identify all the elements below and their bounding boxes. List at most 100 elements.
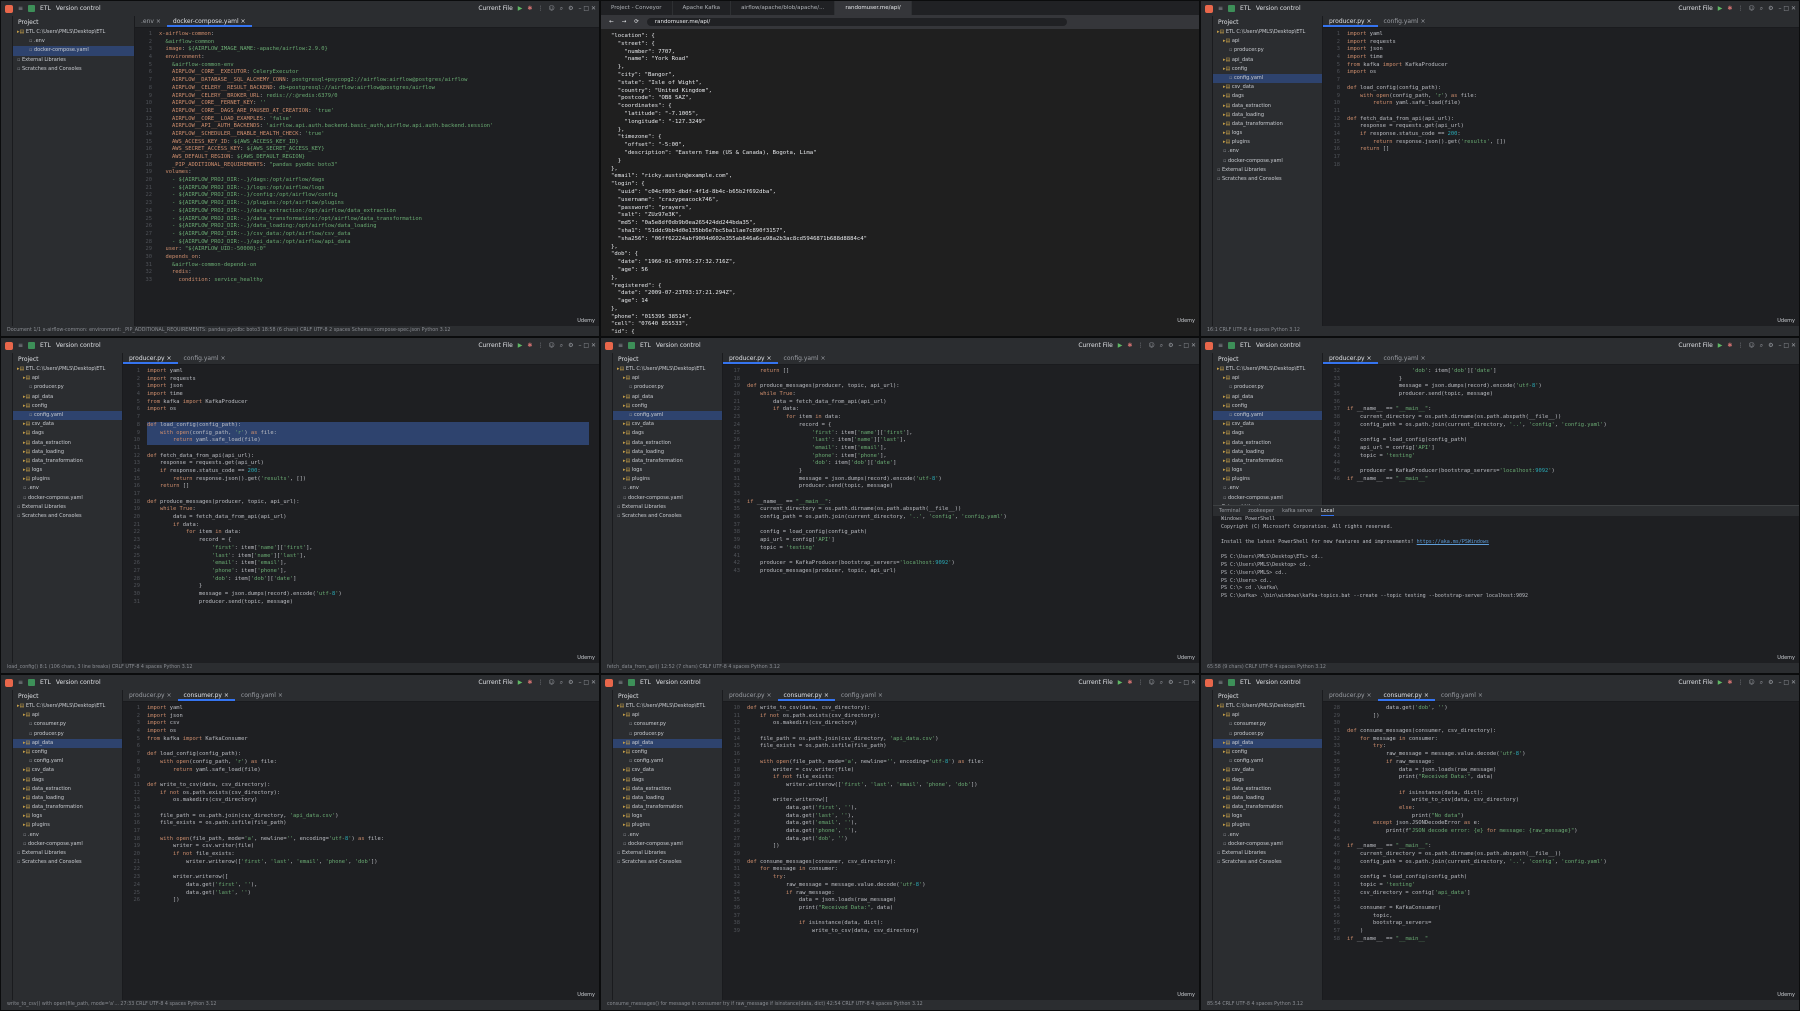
project-tree-item[interactable]: ▸▤ data_extraction: [1213, 439, 1322, 448]
more-icon[interactable]: ⋮: [1137, 342, 1143, 349]
project-tree-item[interactable]: ▸▤ plugins: [1213, 821, 1322, 830]
project-name[interactable]: ETL: [1240, 679, 1251, 686]
editor-tab[interactable]: config.yaml ×: [778, 353, 832, 364]
project-tree-item[interactable]: ▸▤ plugins: [1213, 138, 1322, 147]
project-tree-item[interactable]: ▸▤ data_transformation: [1213, 120, 1322, 129]
project-tree-item[interactable]: ▸▤ data_transformation: [1213, 457, 1322, 466]
editor-tab[interactable]: producer.py ×: [1323, 16, 1378, 27]
more-icon[interactable]: ⋮: [537, 5, 543, 12]
project-tree-item[interactable]: ▫ External Libraries: [613, 503, 722, 512]
project-tree-item[interactable]: ▸▤ api_data: [1213, 393, 1322, 402]
editor-tab[interactable]: docker-compose.yaml ×: [166, 16, 252, 27]
run-icon[interactable]: ▶: [1718, 679, 1723, 686]
version-control-menu[interactable]: Version control: [1256, 679, 1301, 686]
editor-tab[interactable]: .env ×: [135, 16, 167, 27]
project-tree-item[interactable]: ▸▤ dags: [13, 776, 122, 785]
project-tree-item[interactable]: ▸▤ api_data: [13, 393, 122, 402]
project-tree-item[interactable]: ▫ producer.py: [1213, 730, 1322, 739]
project-tree-item[interactable]: ▫ External Libraries: [13, 503, 122, 512]
debug-icon[interactable]: ✱: [527, 5, 532, 12]
project-tree-item[interactable]: ▫ .env: [613, 831, 722, 840]
project-tree-item[interactable]: ▸▤ plugins: [13, 821, 122, 830]
project-tree-item[interactable]: ▸▤ logs: [1213, 466, 1322, 475]
project-tree-item[interactable]: ▸▤ data_extraction: [613, 439, 722, 448]
project-tree-item[interactable]: ▸▤ data_transformation: [13, 803, 122, 812]
project-tree-item[interactable]: ▫ Scratches and Consoles: [13, 512, 122, 521]
project-tree-item[interactable]: ▫ producer.py: [1213, 46, 1322, 55]
project-tree-item[interactable]: ▸▤ api: [613, 374, 722, 383]
project-tree-item[interactable]: ▸▤ config: [613, 748, 722, 757]
project-tree-item[interactable]: ▸▤ config: [13, 402, 122, 411]
main-menu-icon[interactable]: ≡: [1218, 5, 1223, 12]
project-tree-item[interactable]: ▸▤ api: [13, 374, 122, 383]
run-config-select[interactable]: Current File: [1678, 679, 1712, 686]
project-tree-item[interactable]: ▸▤ data_loading: [613, 794, 722, 803]
project-tree-item[interactable]: ▫ docker-compose.yaml: [13, 46, 134, 56]
project-tree-item[interactable]: ▸▤ logs: [13, 466, 122, 475]
project-tree-item[interactable]: ▸▤ csv_data: [1213, 420, 1322, 429]
project-tree-item[interactable]: ▫ config.yaml: [1213, 410, 1322, 421]
more-icon[interactable]: ⋮: [537, 342, 543, 349]
editor-tab[interactable]: producer.py ×: [1323, 353, 1378, 364]
debug-icon[interactable]: ✱: [527, 679, 532, 686]
user-icon[interactable]: ☺: [1148, 342, 1154, 349]
project-tree-item[interactable]: ▸▤ csv_data: [1213, 83, 1322, 92]
search-icon[interactable]: ⌕: [1160, 679, 1163, 687]
project-tree-item[interactable]: ▫ Scratches and Consoles: [613, 512, 722, 521]
search-icon[interactable]: ⌕: [1760, 342, 1763, 350]
project-tree-item[interactable]: ▫ producer.py: [13, 730, 122, 739]
run-config-select[interactable]: Current File: [478, 5, 512, 12]
main-menu-icon[interactable]: ≡: [1218, 679, 1223, 686]
editor-tab[interactable]: config.yaml ×: [178, 353, 232, 364]
project-tree-item[interactable]: ▸▤ dags: [1213, 776, 1322, 785]
editor-tab[interactable]: config.yaml ×: [1378, 16, 1432, 27]
project-tree-item[interactable]: ▫ External Libraries: [13, 56, 134, 65]
browser-tab[interactable]: airflow/apache/blob/apache/...: [731, 1, 836, 15]
project-tree-item[interactable]: ▸▤ data_transformation: [13, 457, 122, 466]
project-tree-item[interactable]: ▫ Scratches and Consoles: [1213, 175, 1322, 184]
version-control-menu[interactable]: Version control: [56, 679, 101, 686]
project-tree-item[interactable]: ▸▤ plugins: [613, 821, 722, 830]
project-tree-item[interactable]: ▫ config.yaml: [613, 757, 722, 766]
run-config-select[interactable]: Current File: [1678, 342, 1712, 349]
project-tree-item[interactable]: ▸▤ config: [1213, 402, 1322, 411]
project-tree-item[interactable]: ▸▤ api_data: [613, 393, 722, 402]
project-tree-item[interactable]: ▫ config.yaml: [1213, 757, 1322, 766]
version-control-menu[interactable]: Version control: [1256, 342, 1301, 349]
project-tree-item[interactable]: ▸▤ data_extraction: [1213, 102, 1322, 111]
window-controls-icon[interactable]: – □ ✕: [1178, 342, 1196, 349]
project-tree-item[interactable]: ▸▤ ETL C:\Users\PMLS\Desktop\ETL: [1213, 702, 1322, 711]
settings-gear-icon[interactable]: ⚙: [1768, 5, 1773, 12]
back-arrow-icon[interactable]: ←: [609, 19, 614, 25]
project-tree-item[interactable]: ▸▤ csv_data: [1213, 766, 1322, 775]
project-tree-item[interactable]: ▸▤ data_extraction: [13, 785, 122, 794]
editor-tab[interactable]: consumer.py ×: [177, 690, 235, 701]
code-editor[interactable]: 1 2 3 4 5 6 7 8 9 10 11 12 13 14 15 16 17 18 19 20 21 22 23 24 2…: [137, 31, 589, 324]
powershell-link[interactable]: https://aka.ms/PSWindows: [1417, 539, 1489, 545]
project-tree-item[interactable]: ▸▤ plugins: [613, 475, 722, 484]
project-name[interactable]: ETL: [40, 342, 51, 349]
search-icon[interactable]: ⌕: [1160, 342, 1163, 350]
settings-gear-icon[interactable]: ⚙: [1168, 679, 1173, 686]
user-icon[interactable]: ☺: [548, 5, 554, 12]
run-config-select[interactable]: Current File: [478, 342, 512, 349]
project-tree-item[interactable]: ▸▤ data_loading: [13, 794, 122, 803]
project-tree-item[interactable]: ▸▤ api: [1213, 711, 1322, 720]
run-icon[interactable]: ▶: [1718, 5, 1723, 12]
browser-tab[interactable]: randomuser.me/api/: [835, 1, 912, 15]
run-icon[interactable]: ▶: [518, 5, 523, 12]
editor-tab[interactable]: consumer.py ×: [1377, 690, 1435, 701]
browser-tab[interactable]: Apache Kafka: [673, 1, 732, 15]
project-tree-item[interactable]: ▸▤ data_loading: [1213, 448, 1322, 457]
project-tree-item[interactable]: ▸▤ data_loading: [13, 448, 122, 457]
code-editor[interactable]: 10 11 12 13 14 15 16 17 18 19 20 21 22 23 24 25 26 27 28 29…: [725, 705, 1189, 998]
project-tree-item[interactable]: ▸▤ api: [613, 711, 722, 720]
run-icon[interactable]: ▶: [518, 679, 523, 686]
settings-gear-icon[interactable]: ⚙: [1768, 679, 1773, 686]
project-tree-item[interactable]: ▸▤ ETL C:\Users\PMLS\Desktop\ETL: [13, 28, 134, 37]
project-name[interactable]: ETL: [1240, 5, 1251, 12]
editor-tab[interactable]: producer.py ×: [123, 353, 178, 364]
project-name[interactable]: ETL: [40, 679, 51, 686]
editor-tab[interactable]: config.yaml ×: [235, 690, 289, 701]
user-icon[interactable]: ☺: [1148, 679, 1154, 686]
